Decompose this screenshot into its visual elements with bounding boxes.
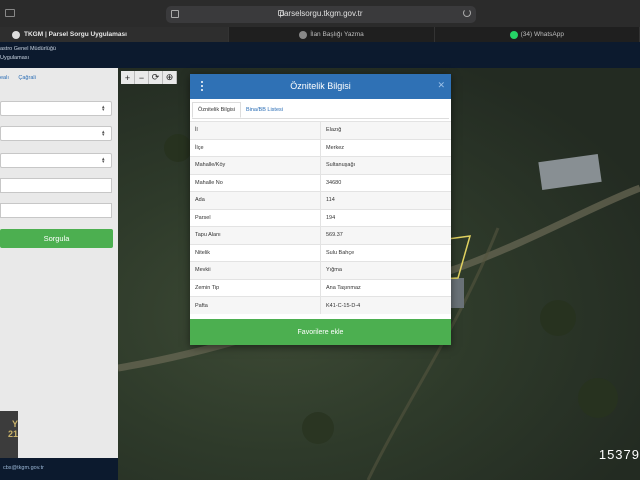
attribute-key: Mevkii (190, 261, 321, 279)
chevron-updown-icon: ▴ ▾ (102, 156, 105, 165)
table-row: Mahalle/Köy Sultanuşağı (190, 156, 451, 174)
district-select[interactable]: ▴ ▾ (0, 126, 112, 141)
panel-links: ealı Çağrali (0, 75, 44, 81)
attribute-key: Zemin Tip (190, 278, 321, 297)
modal-title: Öznitelik Bilgisi (290, 81, 351, 91)
attribute-value: Elazığ (320, 121, 451, 139)
attribute-value: Merkez (320, 138, 451, 157)
parcel-number-input[interactable] (0, 203, 112, 218)
table-row: Mahalle No 34680 (190, 173, 451, 192)
attribute-key: Mahalle/Köy (190, 156, 321, 174)
tab-label: (34) WhatsApp (520, 31, 564, 38)
map-toolbar: + − ⟳ ⊕ (121, 71, 177, 84)
table-row: Parsel 194 (190, 208, 451, 227)
tkgm-favicon-icon (12, 30, 20, 39)
modal-header: Öznitelik Bilgisi ✕ (190, 74, 451, 99)
footer-email-link[interactable]: cbs@tkgm.gov.tr (3, 465, 44, 471)
attribute-key: Nitelik (190, 243, 321, 262)
browser-toolbar: parselsorgu.tkgm.gov.tr (0, 0, 640, 27)
query-panel: ealı Çağrali ▴ ▾ ▴ ▾ ▴ ▾ Sorgula Y 21 cbs@t… (0, 68, 118, 480)
map-tree (302, 412, 334, 444)
attribute-value: 34680 (320, 173, 451, 192)
table-row: Mevkii Yığma (190, 261, 451, 279)
panel-link-1[interactable]: ealı (0, 75, 9, 81)
attribute-value: Sulu Bahçe (320, 243, 451, 262)
attribute-key: Ada (190, 191, 321, 209)
url-text: parselsorgu.tkgm.gov.tr (279, 9, 363, 18)
chevron-updown-icon: ▴ ▾ (102, 129, 105, 138)
browser-tab-tkgm[interactable]: TKGM | Parsel Sorgu Uygulaması (0, 27, 230, 42)
overlay-number: 15379 (598, 447, 640, 462)
attribute-value: 194 (320, 208, 451, 227)
tab-label: TKGM | Parsel Sorgu Uygulaması (24, 31, 127, 38)
map-tree (540, 300, 576, 336)
page-favicon-icon (299, 30, 308, 39)
map-building (450, 278, 464, 308)
table-row: Zemin Tip Ana Taşınmaz (190, 278, 451, 297)
browser-tab-ilan[interactable]: İlan Başlığı Yazma (229, 27, 435, 42)
query-button[interactable]: Sorgula (0, 229, 113, 248)
attribute-value: Sultanuşağı (320, 156, 451, 174)
map-tree (164, 134, 192, 162)
attribute-value: Ana Taşınmaz (320, 278, 451, 297)
map-building (538, 153, 602, 191)
attribute-value: K41-C-15-D-4 (320, 296, 451, 314)
header-app-name: Uygulaması (0, 55, 30, 61)
chevron-updown-icon: ▴ ▾ (102, 104, 105, 113)
browser-tab-whatsapp[interactable]: (34) WhatsApp (435, 27, 640, 42)
attribute-info-modal: Öznitelik Bilgisi ✕ Öznitelik Bilgisi Bi… (190, 74, 451, 345)
map-tree (578, 378, 618, 418)
attribute-key: Tapu Alanı (190, 226, 321, 244)
header-org-name: astro Genel Müdürlüğü (0, 46, 56, 52)
modal-tabs: Öznitelik Bilgisi Bina/BB Listesi (192, 102, 449, 119)
zoom-in-button[interactable]: + (121, 71, 135, 84)
attribute-key: Pafta (190, 296, 321, 314)
attribute-table: İl Elazığ İlçe Merkez Mahalle/Köy Sultanuşağı… (190, 121, 451, 314)
attribute-value: 114 (320, 191, 451, 209)
tab-attribute-info[interactable]: Öznitelik Bilgisi (192, 102, 241, 118)
attribute-value: 569.37 (320, 226, 451, 244)
attribute-value: Yığma (320, 261, 451, 279)
sidebar-toggle-icon[interactable] (5, 9, 15, 17)
whatsapp-icon (509, 30, 518, 39)
app-header: astro Genel Müdürlüğü Uygulaması (0, 42, 640, 68)
locate-button[interactable]: ⊕ (163, 71, 177, 84)
table-row: Tapu Alanı 569.37 (190, 226, 451, 244)
reload-icon[interactable] (463, 9, 471, 17)
block-number-input[interactable] (0, 178, 112, 193)
table-row: İlçe Merkez (190, 138, 451, 157)
neighborhood-select[interactable]: ▴ ▾ (0, 153, 112, 168)
panel-footer: cbs@tkgm.gov.tr (0, 458, 118, 480)
tab-label: İlan Başlığı Yazma (310, 31, 364, 38)
zoom-out-button[interactable]: − (135, 71, 149, 84)
attribute-key: İlçe (190, 138, 321, 157)
refresh-button[interactable]: ⟳ (149, 71, 163, 84)
attribute-key: Mahalle No (190, 173, 321, 192)
table-row: Pafta K41-C-15-D-4 (190, 296, 451, 314)
add-favorite-button[interactable]: Favorilere ekle (190, 319, 451, 345)
table-row: Ada 114 (190, 191, 451, 209)
address-bar[interactable]: parselsorgu.tkgm.gov.tr (166, 6, 476, 23)
attribute-key: İl (190, 121, 321, 139)
attribute-key: Parsel (190, 208, 321, 227)
table-row: İl Elazığ (190, 121, 451, 139)
province-select[interactable]: ▴ ▾ (0, 101, 112, 116)
browser-tab-bar: TKGM | Parsel Sorgu Uygulaması İlan Başl… (0, 27, 640, 42)
close-icon[interactable]: ✕ (437, 80, 445, 91)
tab-building-list[interactable]: Bina/BB Listesi (241, 102, 288, 118)
panel-link-cografi[interactable]: Çağrali (18, 75, 35, 81)
promo-image: Y 21 (0, 411, 18, 461)
table-row: Nitelik Sulu Bahçe (190, 243, 451, 262)
